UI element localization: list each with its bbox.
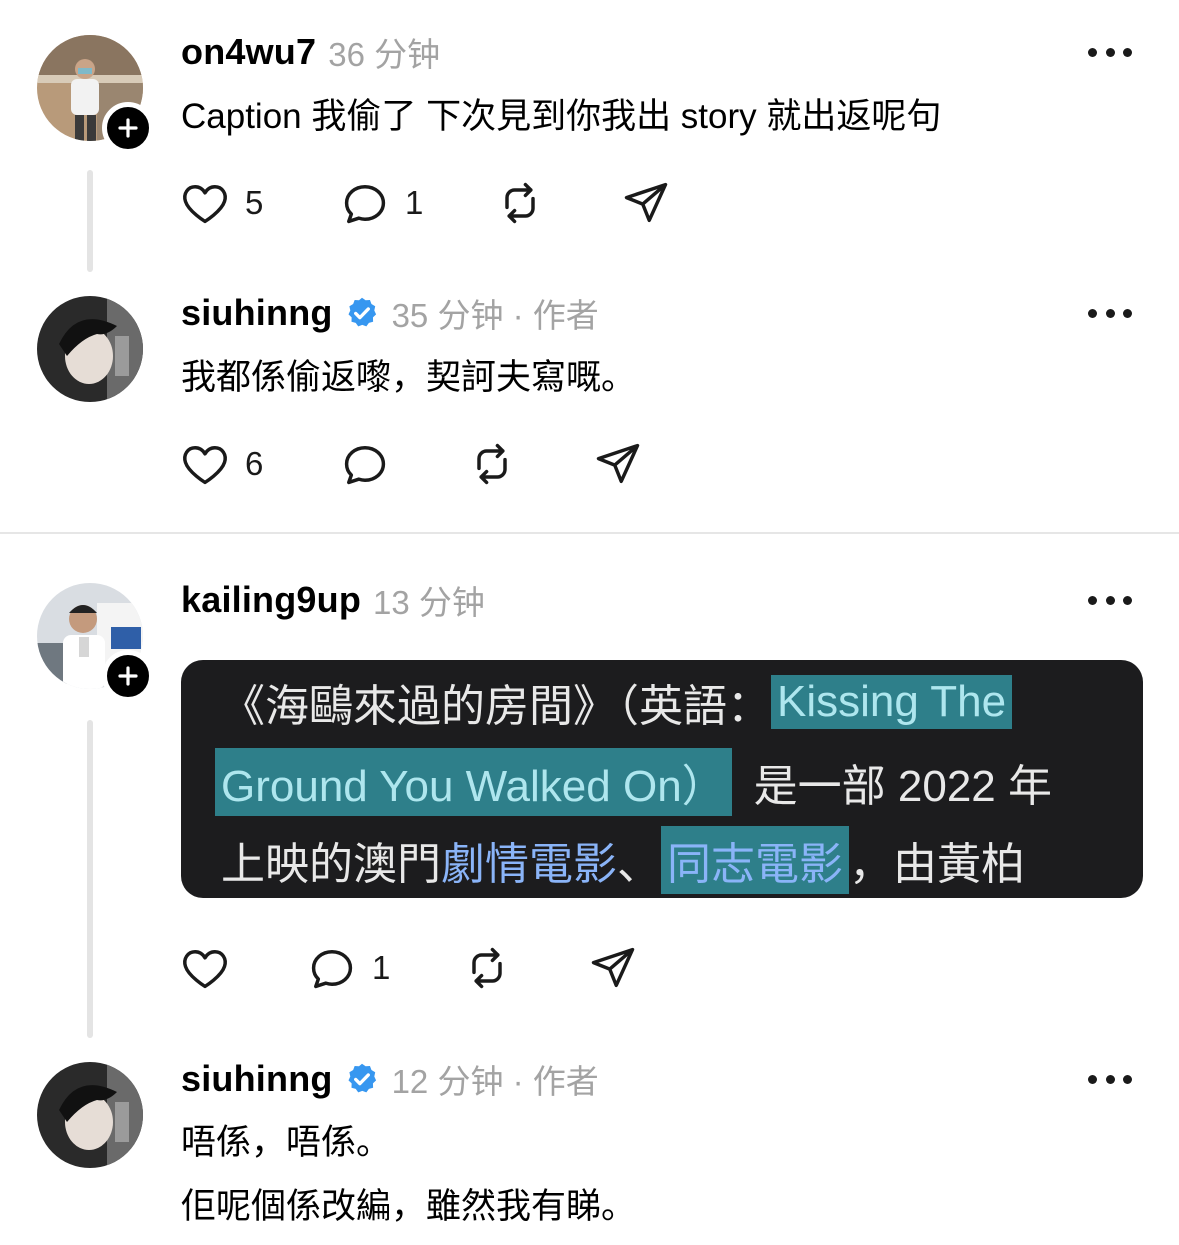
repost-button[interactable] [494, 177, 546, 229]
username[interactable]: on4wu7 [181, 31, 316, 73]
follow-button[interactable] [102, 102, 154, 154]
plus-icon [118, 666, 138, 686]
repost-icon [477, 443, 507, 485]
comment-icon [311, 950, 353, 989]
comment-header: on4wu7 36 分钟 [181, 27, 440, 77]
comment-icon [344, 446, 386, 485]
card-highlight: Kissing The [771, 675, 1013, 729]
comment-text: Caption 我偷了 下次見到你我出 story 就出返呢句 [181, 97, 942, 136]
more-icon [1088, 308, 1097, 318]
card-text: 上映的澳門 [221, 840, 441, 889]
heart-icon [183, 185, 227, 224]
thread-line [87, 720, 93, 1038]
thread-line [87, 170, 93, 272]
more-icon [1088, 595, 1097, 605]
avatar-image [37, 296, 143, 402]
card-text: 《海鷗來過的房間》（英語： [221, 682, 771, 731]
card-link: 劇情電影 [441, 840, 617, 889]
more-button[interactable] [1088, 590, 1132, 610]
repost-button[interactable] [466, 438, 518, 490]
plus-icon [118, 118, 138, 138]
avatar-siuhinng[interactable] [37, 1062, 143, 1168]
verified-badge-icon [344, 295, 380, 331]
more-icon [1088, 47, 1097, 57]
share-icon [624, 182, 668, 223]
comment-icon [344, 185, 386, 224]
more-button[interactable] [1088, 42, 1132, 62]
heart-icon [183, 950, 227, 989]
avatar-siuhinng[interactable] [37, 296, 143, 402]
comment-header: siuhinng 35 分钟 · 作者 [181, 288, 599, 338]
comment-text-line-1: 唔係，唔係。 [181, 1123, 392, 1162]
follow-button[interactable] [102, 650, 154, 702]
timestamp: 13 分钟 [373, 584, 485, 621]
repost-icon [472, 947, 502, 989]
comment-header: siuhinng 12 分钟 · 作者 [181, 1054, 599, 1104]
reply-count: 1 [372, 949, 391, 986]
verified-badge-icon [344, 1061, 380, 1097]
card-text: ，由黃柏 [849, 840, 1025, 889]
comment-header: kailing9up 13 分钟 [181, 575, 485, 625]
card-line-3: 上映的澳門 劇情電影 、 同志電影 ，由黃柏 [221, 820, 1025, 898]
card-highlight-link: 同志電影 [661, 826, 849, 894]
comment-text-line-2: 佢呢個係改編，雖然我有睇。 [181, 1187, 637, 1226]
more-icon [1088, 1074, 1097, 1084]
username[interactable]: kailing9up [181, 579, 361, 621]
card-text: 、 [617, 840, 661, 889]
like-button[interactable]: 6 [179, 438, 263, 490]
share-button[interactable] [587, 942, 639, 994]
share-button[interactable] [592, 438, 644, 490]
share-icon [596, 443, 640, 484]
repost-icon [505, 182, 535, 224]
card-line-1: 《海鷗來過的房間》（英語： Kissing The [221, 662, 1013, 742]
username[interactable]: siuhinng [181, 292, 333, 334]
card-text: 是一部 2022 年 [753, 762, 1053, 811]
thread-divider [0, 532, 1179, 534]
more-button[interactable] [1088, 303, 1132, 323]
like-count: 5 [245, 184, 264, 221]
like-count: 6 [245, 445, 264, 482]
card-highlight: Ground You Walked On） [215, 748, 732, 816]
avatar-image [37, 1062, 143, 1168]
timestamp: 36 分钟 [328, 36, 441, 73]
repost-button[interactable] [461, 942, 513, 994]
share-button[interactable] [620, 177, 672, 229]
more-button[interactable] [1088, 1069, 1132, 1089]
timestamp: 12 分钟 · 作者 [391, 1063, 599, 1100]
share-icon [591, 947, 635, 988]
card-line-2: Ground You Walked On） 是一部 2022 年 [215, 742, 1052, 822]
reply-button[interactable] [339, 438, 391, 490]
reply-button[interactable]: 1 [306, 942, 390, 994]
username[interactable]: siuhinng [181, 1058, 333, 1100]
reply-count: 1 [405, 184, 424, 221]
heart-icon [183, 446, 227, 485]
like-button[interactable] [179, 942, 231, 994]
embedded-screenshot-card[interactable]: 《海鷗來過的房間》（英語： Kissing The Ground You Wal… [181, 660, 1143, 898]
like-button[interactable]: 5 [179, 177, 263, 229]
comment-text: 我都係偷返嚟，契訶夫寫嘅。 [181, 358, 637, 397]
reply-button[interactable]: 1 [339, 177, 423, 229]
timestamp: 35 分钟 · 作者 [391, 297, 599, 334]
